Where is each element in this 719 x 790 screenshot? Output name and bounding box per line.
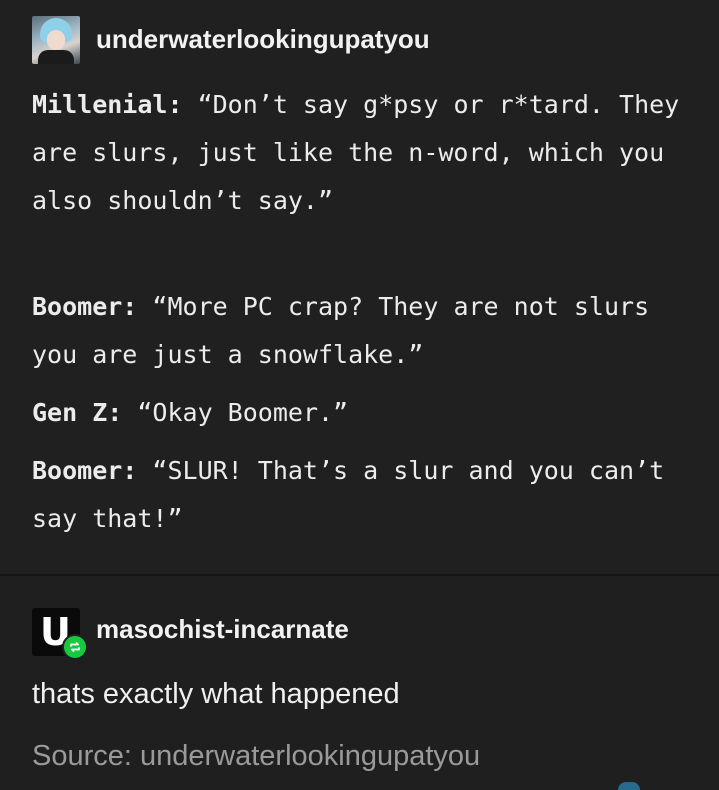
speaker-label: Boomer: — [32, 292, 138, 321]
reblog-comment: thats exactly what happened — [32, 678, 400, 710]
reblog-icon — [62, 634, 88, 660]
original-post: underwaterlookingupatyou Millenial: “Don… — [0, 0, 719, 574]
original-poster-username[interactable]: underwaterlookingupatyou — [96, 24, 430, 55]
reblog-post: U masochist-incarnate thats exactly what… — [0, 576, 719, 790]
speaker-label: Gen Z: — [32, 398, 123, 427]
dialogue-line: Millenial: “Don’t say g*psy or r*tard. T… — [32, 81, 692, 225]
user-avatar[interactable] — [32, 16, 80, 64]
source-link[interactable]: Source: underwaterlookingupatyou — [32, 740, 480, 773]
cropped-icon — [618, 782, 640, 790]
speaker-label: Boomer: — [32, 456, 138, 485]
dialogue-line: Boomer: “SLUR! That’s a slur and you can… — [32, 447, 692, 543]
dialogue-line: Boomer: “More PC crap? They are not slur… — [32, 283, 692, 379]
dialogue-quote: “Okay Boomer.” — [137, 398, 349, 427]
speaker-label: Millenial: — [32, 90, 183, 119]
dialogue-line: Gen Z: “Okay Boomer.” — [32, 389, 692, 437]
reblogger-username[interactable]: masochist-incarnate — [96, 614, 349, 645]
